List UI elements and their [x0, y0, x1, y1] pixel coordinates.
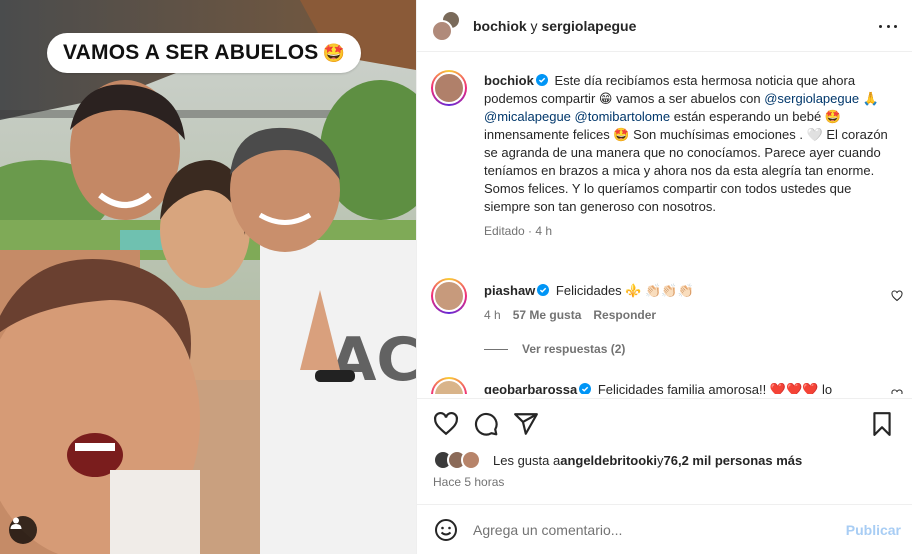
caption-avatar[interactable] [431, 70, 467, 106]
header-username-2[interactable]: sergiolapegue [541, 18, 636, 34]
caption-meta: Editado · 4 h [484, 224, 553, 238]
heart-icon[interactable] [891, 389, 903, 394]
caption-emoji: 🙏 [859, 91, 879, 106]
comment-item: piashaw Felicidades ⚜️ 👏🏻👏🏻👏🏻 [484, 282, 884, 300]
likes-prefix: Les gusta a [493, 452, 561, 468]
caption-text: Son muchísimas emociones . [629, 127, 807, 142]
comment-input[interactable]: Agrega un comentario... [473, 522, 622, 538]
likes-count[interactable]: 76,2 mil personas más [664, 453, 803, 468]
verified-icon [537, 284, 550, 296]
post-time: Hace 5 horas [433, 475, 505, 489]
sticker-emoji: 🤩 [322, 42, 346, 63]
share-icon[interactable] [513, 411, 539, 437]
svg-text:AC: AC [330, 325, 416, 395]
comment-username[interactable]: geobarbarossa [484, 382, 577, 394]
mention-link[interactable]: @tomibartolome [571, 109, 671, 124]
likes-user[interactable]: angeldebritooki [560, 453, 657, 468]
comment-item: geobarbarossa Felicidades familia amoros… [484, 381, 884, 394]
comment-actions: 4 h 57 Me gusta Responder [484, 308, 656, 322]
post-dialog: AC VAMOS A SER ABUELOS 🤩 bochiok y sergi… [0, 0, 912, 554]
save-icon[interactable] [869, 411, 895, 437]
add-comment-bar: Agrega un comentario... Publicar [417, 504, 912, 554]
comment-avatar[interactable] [431, 377, 467, 394]
comments-scroll[interactable]: bochiok Este día recibíamos esta hermosa… [417, 52, 912, 394]
post-panel: bochiok y sergiolapegue bochiok Este día… [416, 0, 912, 554]
sticker-text: VAMOS A SER ABUELOS [63, 41, 319, 64]
post-caption: bochiok Este día recibíamos esta hermosa… [484, 72, 888, 240]
heart-icon[interactable] [891, 290, 903, 302]
comment-text: Felicidades [555, 283, 626, 298]
liker-avatars [433, 450, 487, 470]
verified-icon [579, 383, 592, 394]
view-replies-button[interactable]: Ver respuestas (2) [484, 342, 625, 356]
more-icon[interactable] [879, 18, 897, 34]
caption-emoji: 😁 [598, 91, 613, 106]
likes-summary[interactable]: Les gusta a angeldebritooki y 76,2 mil p… [433, 450, 802, 470]
header-username-1[interactable]: bochiok [473, 18, 527, 34]
collab-usernames: bochiok y sergiolapegue [473, 18, 636, 34]
reply-button[interactable]: Responder [593, 308, 656, 322]
comment-avatar[interactable] [431, 278, 467, 314]
comment-likes[interactable]: 57 Me gusta [513, 308, 582, 322]
action-bar [417, 398, 912, 448]
comment-text: lo [818, 382, 833, 394]
caption-emoji: 🤩 [824, 109, 841, 124]
publish-button[interactable]: Publicar [846, 522, 901, 538]
comment-icon[interactable] [473, 411, 499, 437]
avatar [431, 19, 453, 42]
caption-username[interactable]: bochiok [484, 73, 534, 88]
caption-text: vamos a ser abuelos con [612, 91, 765, 106]
comment-text: Felicidades familia amorosa!! [597, 382, 770, 394]
heart-icon[interactable] [433, 411, 459, 437]
emoji-icon[interactable] [434, 518, 458, 542]
caption-emoji: 🤍 [806, 127, 823, 142]
collab-avatars[interactable] [431, 9, 463, 42]
comment-emojis: ⚜️ 👏🏻👏🏻👏🏻 [625, 283, 694, 298]
header-joiner: y [526, 17, 542, 34]
mention-link[interactable]: @sergiolapegue [764, 91, 859, 106]
post-photo[interactable]: AC VAMOS A SER ABUELOS 🤩 [0, 0, 416, 554]
mention-link[interactable]: @micalapegue [484, 109, 571, 124]
comment-time: 4 h [484, 308, 501, 322]
comment-username[interactable]: piashaw [484, 283, 535, 298]
caption-text: están esperando un bebé [670, 109, 825, 124]
story-sticker: VAMOS A SER ABUELOS 🤩 [47, 33, 362, 73]
user-tag-icon[interactable] [9, 516, 37, 544]
divider [484, 348, 508, 350]
photo-illustration: AC [0, 0, 416, 554]
caption-emoji: 🤩 [613, 127, 630, 142]
view-replies-label: Ver respuestas (2) [522, 342, 626, 356]
comment-emojis: ❤️❤️❤️ [769, 382, 819, 394]
caption-text: inmensamente felices [484, 127, 614, 142]
post-header: bochiok y sergiolapegue [417, 0, 912, 52]
verified-icon [535, 74, 548, 86]
